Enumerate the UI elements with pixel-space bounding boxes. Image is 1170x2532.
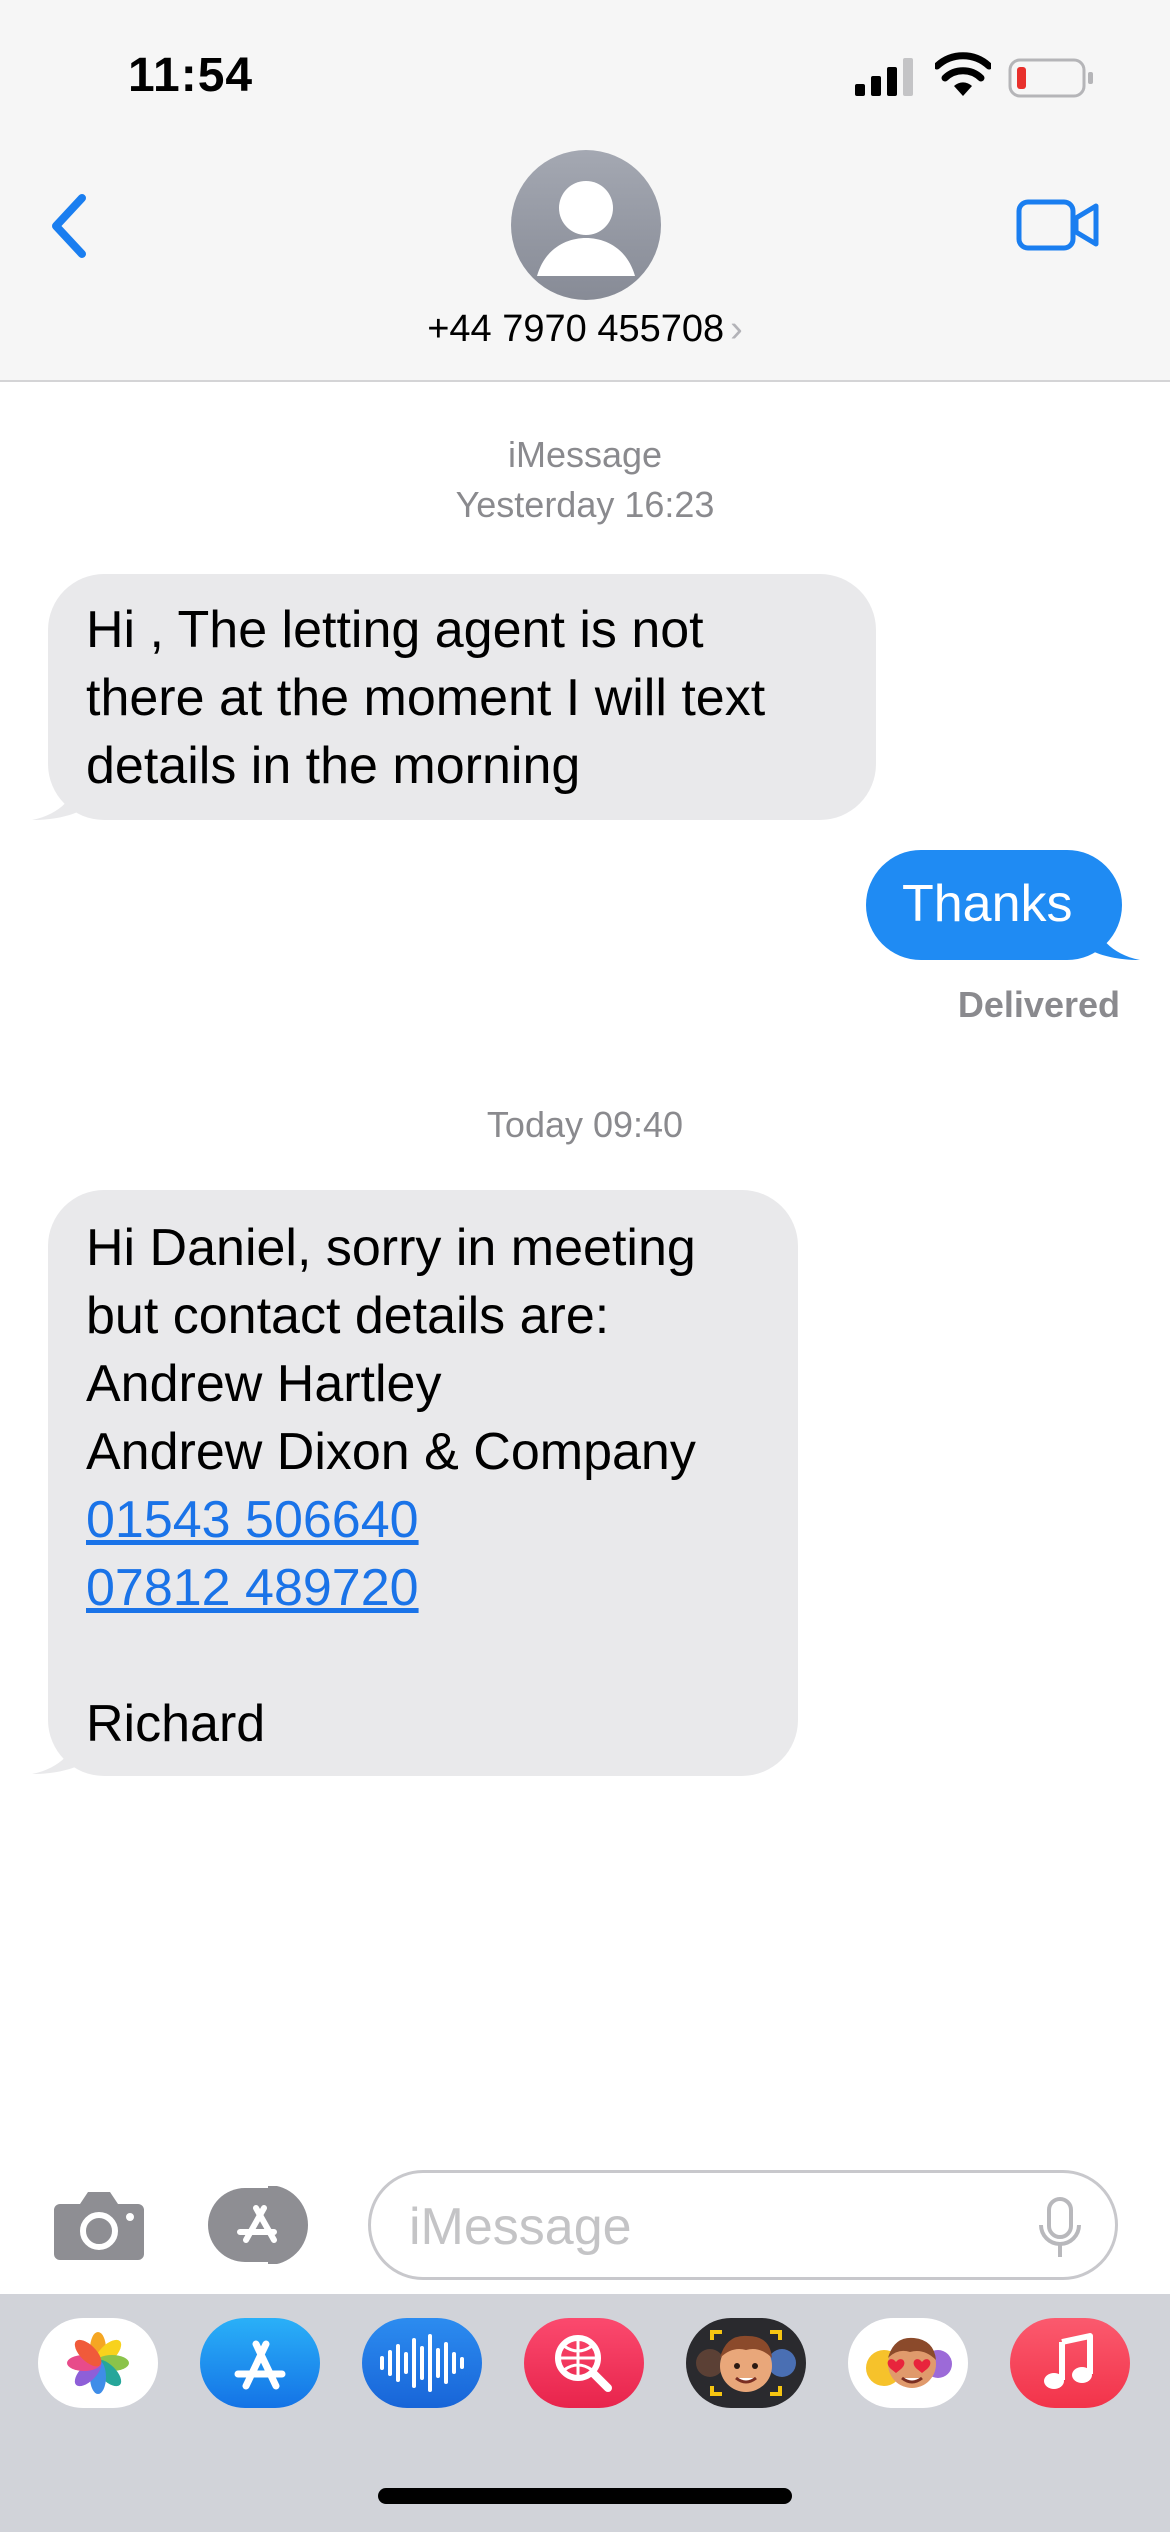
memoji-icon[interactable] xyxy=(686,2318,806,2408)
web-search-icon[interactable] xyxy=(524,2318,644,2408)
message-text: Andrew Hartley xyxy=(86,1355,442,1413)
service-label: iMessage xyxy=(507,434,663,475)
music-icon[interactable] xyxy=(1010,2318,1130,2408)
message-text: Hi , The letting agent is not xyxy=(86,601,704,659)
phone-link[interactable]: 07812 489720 xyxy=(86,1559,419,1617)
memoji-stickers-icon[interactable] xyxy=(848,2318,968,2408)
timestamp: Today 09:40 xyxy=(486,1104,684,1145)
message-bubble-outgoing[interactable]: Thanks xyxy=(866,850,1122,960)
wifi-icon xyxy=(935,52,991,96)
timestamp: Yesterday 16:23 xyxy=(455,484,715,525)
message-bubble-incoming[interactable]: Hi , The letting agent is not there at t… xyxy=(48,574,876,820)
message-text: Andrew Dixon & Company xyxy=(86,1423,696,1481)
message-text: there at the moment I will text xyxy=(86,669,766,727)
message-text: details in the morning xyxy=(86,737,581,795)
microphone-icon[interactable] xyxy=(1035,2195,1085,2261)
message-input-container[interactable] xyxy=(368,2170,1118,2280)
contact-name[interactable]: +44 7970 455708 › xyxy=(0,308,1170,351)
message-text: Richard xyxy=(86,1695,266,1753)
chevron-right-icon: › xyxy=(730,308,743,350)
message-input[interactable] xyxy=(407,2189,991,2265)
app-store-apps-button[interactable] xyxy=(206,2186,320,2264)
back-button[interactable] xyxy=(42,186,98,266)
audio-message-icon[interactable] xyxy=(362,2318,482,2408)
battery-low-icon xyxy=(1008,58,1093,98)
message-text: Hi Daniel, sorry in meeting xyxy=(86,1219,696,1277)
home-indicator[interactable] xyxy=(378,2488,792,2504)
contact-avatar[interactable] xyxy=(511,150,661,300)
conversation-header: 11:54 +44 7970 455708 › xyxy=(0,0,1170,382)
cellular-signal-icon xyxy=(855,58,913,96)
message-bubble-incoming[interactable]: Hi Daniel, sorry in meeting but contact … xyxy=(48,1190,798,1776)
contact-number: +44 7970 455708 xyxy=(427,308,725,350)
delivery-status: Delivered xyxy=(957,984,1120,1025)
phone-link[interactable]: 01543 506640 xyxy=(86,1491,419,1549)
message-text: but contact details are: xyxy=(86,1287,610,1345)
status-time: 11:54 xyxy=(128,49,254,102)
facetime-video-button[interactable] xyxy=(1016,196,1100,254)
camera-button[interactable] xyxy=(52,2188,146,2262)
photos-icon[interactable] xyxy=(38,2318,158,2408)
app-store-icon[interactable] xyxy=(200,2318,320,2408)
person-silhouette-icon xyxy=(537,181,635,276)
message-text: Thanks xyxy=(902,875,1073,933)
